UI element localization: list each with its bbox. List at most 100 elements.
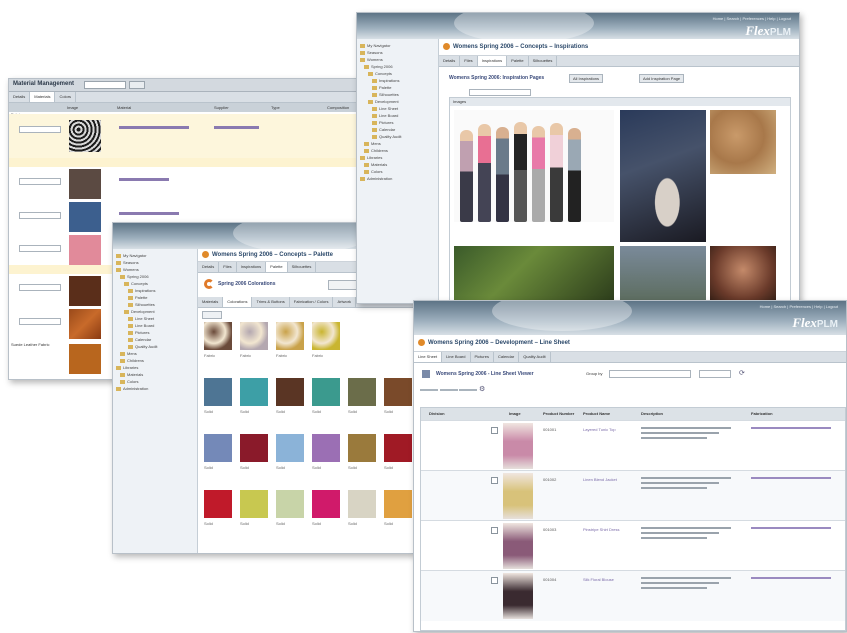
add-inspiration-button[interactable]: Add Inspiration Page: [639, 74, 685, 83]
inspiration-select[interactable]: All Inspirations: [569, 74, 604, 83]
tab-inspirations[interactable]: Inspirations: [237, 262, 267, 272]
col-image[interactable]: Image: [67, 105, 78, 110]
color-swatch[interactable]: [312, 322, 340, 350]
tree-item[interactable]: Mens: [116, 350, 194, 357]
tree-item[interactable]: Development: [116, 308, 194, 315]
color-swatch[interactable]: [240, 434, 268, 462]
tab-details[interactable]: Details: [439, 56, 461, 66]
texture-photo[interactable]: [710, 110, 776, 174]
supplier-link[interactable]: [214, 126, 259, 129]
color-swatch[interactable]: [312, 434, 340, 462]
product-name[interactable]: Layered Tunic Top: [583, 427, 616, 432]
tree-item[interactable]: My Navigator: [360, 42, 435, 49]
tab-quality-audit[interactable]: Quality Audit: [519, 352, 551, 362]
tree-item[interactable]: Concepts: [360, 70, 435, 77]
color-swatch[interactable]: [204, 434, 232, 462]
fashion-sketch-image[interactable]: [454, 110, 614, 222]
filter-input[interactable]: [469, 89, 531, 96]
tab-palette[interactable]: Palette: [266, 262, 288, 272]
color-swatch[interactable]: [276, 490, 304, 518]
color-swatch[interactable]: [204, 322, 232, 350]
tree-item[interactable]: Calendar: [360, 126, 435, 133]
product-name[interactable]: Linen Blend Jacket: [583, 477, 617, 482]
row-select[interactable]: [19, 126, 61, 133]
tree-item[interactable]: Libraries: [360, 154, 435, 161]
tree-item[interactable]: Colors: [116, 378, 194, 385]
color-swatch[interactable]: [348, 490, 376, 518]
tree-item[interactable]: Inspirations: [116, 287, 194, 294]
subtab-fabrication[interactable]: Fabrication / Colors: [290, 297, 334, 307]
color-swatch[interactable]: [276, 434, 304, 462]
toolbar-button[interactable]: [459, 389, 478, 391]
tree-item[interactable]: Calendar: [116, 336, 194, 343]
tree-item[interactable]: Spring 2006: [116, 273, 194, 280]
tab-colors[interactable]: Colors: [55, 92, 77, 102]
tab-pictures[interactable]: Pictures: [471, 352, 494, 362]
color-swatch[interactable]: [384, 434, 412, 462]
color-swatch[interactable]: [204, 490, 232, 518]
material-swatch[interactable]: [69, 276, 101, 306]
material-swatch[interactable]: [69, 120, 101, 152]
tree-item[interactable]: Concepts: [116, 280, 194, 287]
tree-item[interactable]: Seasons: [360, 49, 435, 56]
settings-icon[interactable]: ⚙: [479, 386, 485, 393]
color-swatch[interactable]: [348, 378, 376, 406]
product-thumbnail[interactable]: [503, 423, 533, 469]
material-link[interactable]: [119, 126, 189, 129]
tree-item[interactable]: Line Board: [116, 322, 194, 329]
tree-item[interactable]: Seasons: [116, 259, 194, 266]
product-thumbnail[interactable]: [503, 523, 533, 569]
tab-palette[interactable]: Palette: [507, 56, 529, 66]
col-type[interactable]: Type: [271, 105, 280, 110]
tab-line-board[interactable]: Line Board: [442, 352, 471, 362]
top-links[interactable]: Home | Search | Preferences | Help | Log…: [760, 304, 838, 309]
product-name[interactable]: Silk Floral Blouse: [583, 577, 614, 582]
product-thumbnail[interactable]: [503, 473, 533, 519]
material-swatch[interactable]: [69, 235, 101, 265]
col-product-number[interactable]: Product Number: [543, 411, 574, 416]
product-name[interactable]: Pinstripe Shirt Dress: [583, 527, 619, 532]
landscape-photo[interactable]: [620, 246, 706, 303]
tab-inspirations[interactable]: Inspirations: [477, 56, 508, 66]
tree-item[interactable]: Line Sheet: [360, 105, 435, 112]
table-row[interactable]: 001002 Linen Blend Jacket: [421, 470, 845, 521]
material-link[interactable]: [119, 212, 179, 215]
color-swatch[interactable]: [384, 378, 412, 406]
col-image[interactable]: Image: [509, 411, 521, 416]
tree-item[interactable]: Colors: [360, 168, 435, 175]
row-select[interactable]: [19, 212, 61, 219]
go-button[interactable]: [129, 81, 145, 89]
color-swatch[interactable]: [276, 378, 304, 406]
tab-details[interactable]: Details: [9, 92, 31, 102]
row-select[interactable]: [19, 318, 61, 325]
floral-photo[interactable]: [454, 246, 614, 303]
subtab-materials[interactable]: Materials: [198, 297, 224, 307]
col-product-name[interactable]: Product Name: [583, 411, 610, 416]
tree-item[interactable]: Line Board: [360, 112, 435, 119]
tree-item[interactable]: Quality Audit: [360, 133, 435, 140]
table-row[interactable]: 001004 Silk Floral Blouse: [421, 570, 845, 621]
row-select[interactable]: [19, 178, 61, 185]
tree-item[interactable]: Silhouettes: [116, 301, 194, 308]
color-swatch[interactable]: [312, 378, 340, 406]
subtab-colorations[interactable]: Colorations: [223, 297, 253, 307]
row-checkbox[interactable]: [491, 477, 498, 484]
tree-item[interactable]: Development: [360, 98, 435, 105]
tree-item[interactable]: Quality Audit: [116, 343, 194, 350]
tree-item[interactable]: Childrens: [360, 147, 435, 154]
row-select[interactable]: [19, 284, 61, 291]
tree-item[interactable]: Silhouettes: [360, 91, 435, 98]
runway-photo[interactable]: [620, 110, 706, 242]
tree-item[interactable]: Line Sheet: [116, 315, 194, 322]
tree-item[interactable]: Palette: [116, 294, 194, 301]
portrait-photo[interactable]: [710, 246, 776, 303]
tree-item[interactable]: Spring 2006: [360, 63, 435, 70]
material-swatch[interactable]: [69, 344, 101, 374]
tree-item[interactable]: Womens: [116, 266, 194, 273]
col-division[interactable]: Division: [429, 411, 445, 416]
color-swatch[interactable]: [240, 378, 268, 406]
tree-item[interactable]: Pictures: [116, 329, 194, 336]
tree-item[interactable]: Inspirations: [360, 77, 435, 84]
filter-select[interactable]: [609, 370, 691, 378]
tab-line-sheet[interactable]: Line Sheet: [414, 352, 443, 362]
